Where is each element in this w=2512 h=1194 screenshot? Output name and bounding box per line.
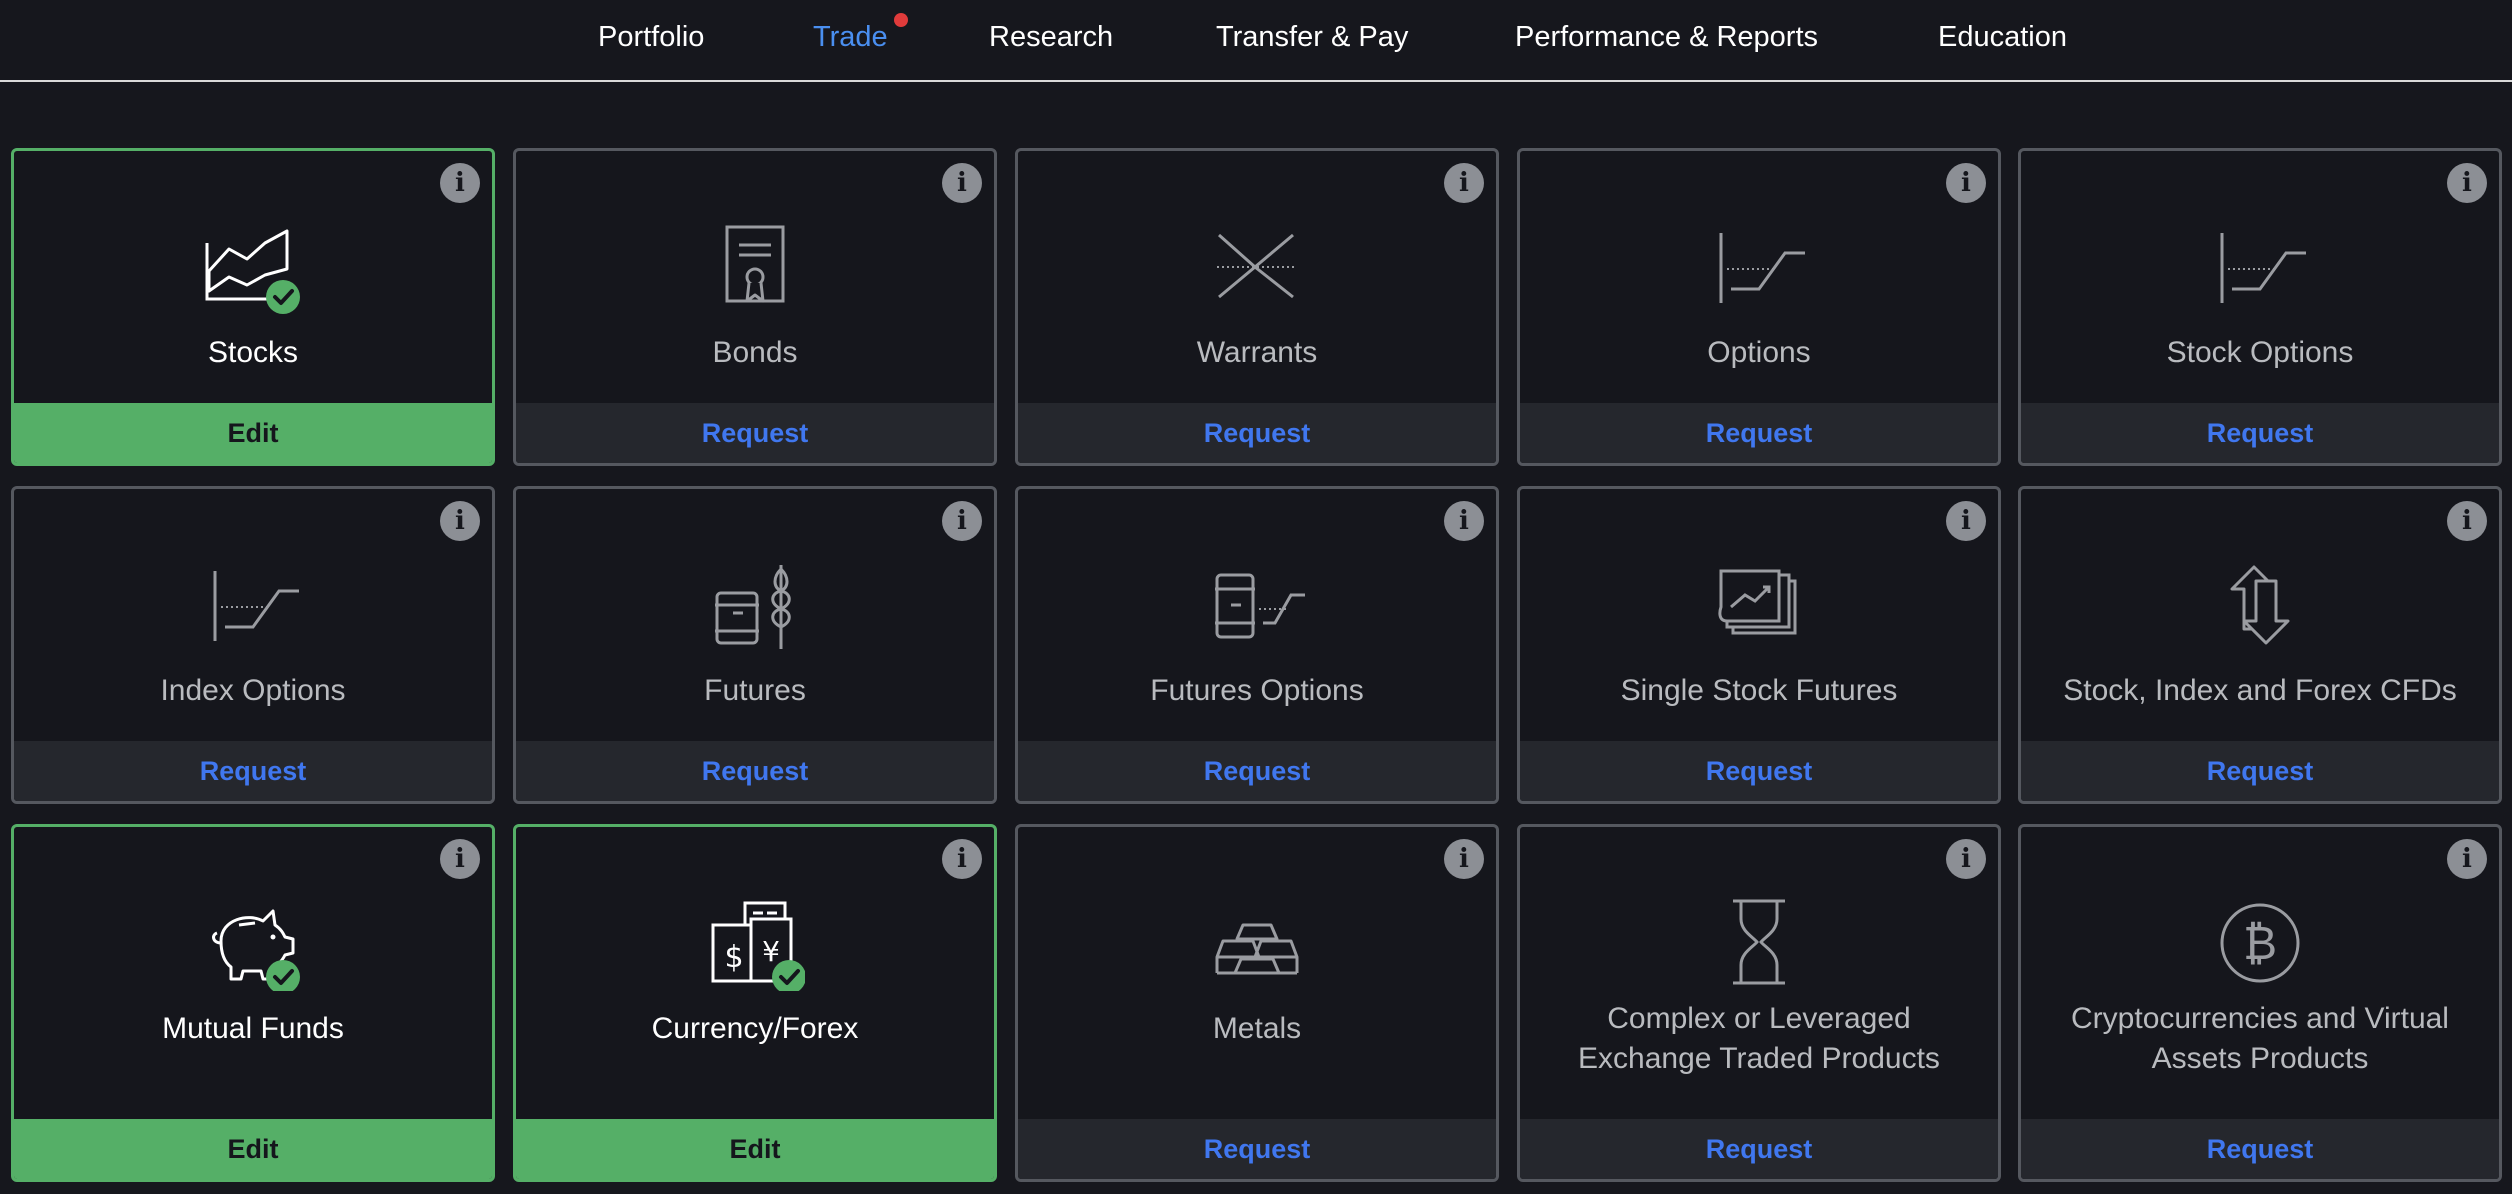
barrel-wheat-icon — [705, 557, 805, 658]
svg-text:¥: ¥ — [762, 935, 780, 968]
product-label: Metals — [1212, 1012, 1302, 1045]
nav-performance-reports[interactable]: Performance & Reports — [1515, 19, 1818, 55]
nav-portfolio[interactable]: Portfolio — [598, 19, 704, 55]
piggy-bank-icon — [203, 895, 303, 996]
product-card-single-stock-futures[interactable]: i Single Stock Futures Request — [1517, 486, 2001, 804]
info-icon[interactable]: i — [2447, 839, 2487, 879]
edit-button[interactable]: Edit — [516, 1119, 994, 1179]
barrel-option-icon — [1207, 557, 1307, 658]
edit-button[interactable]: Edit — [14, 403, 492, 463]
info-icon[interactable]: i — [1946, 501, 1986, 541]
info-icon[interactable]: i — [942, 163, 982, 203]
product-card-stock-index-and-forex-cfds[interactable]: i Stock, Index and Forex CFDs Request — [2018, 486, 2502, 804]
product-card-complex-or-leveraged-exchange-traded-products[interactable]: i Complex or Leveraged Exchange Traded P… — [1517, 824, 2001, 1182]
product-label: Single Stock Futures — [1620, 674, 1898, 707]
certificate-icon — [705, 219, 805, 320]
bitcoin-icon: ₿ — [2210, 895, 2310, 996]
product-label: Stocks — [207, 336, 299, 369]
product-card-cryptocurrencies-and-virtual-assets-products[interactable]: i ₿ Cryptocurrencies and Virtual Assets … — [2018, 824, 2502, 1182]
info-icon[interactable]: i — [440, 501, 480, 541]
info-icon[interactable]: i — [440, 839, 480, 879]
nav-transfer-pay[interactable]: Transfer & Pay — [1216, 19, 1408, 55]
option-payoff-icon — [2210, 219, 2310, 320]
swap-arrows-icon — [2210, 557, 2310, 658]
svg-text:₿: ₿ — [2243, 916, 2277, 970]
edit-button[interactable]: Edit — [14, 1119, 492, 1179]
product-label: Futures — [704, 674, 806, 707]
product-card-futures-options[interactable]: i Futures Options Request — [1015, 486, 1499, 804]
request-button[interactable]: Request — [1520, 741, 1998, 801]
product-label: Futures Options — [1150, 674, 1364, 707]
product-label: Bonds — [712, 336, 798, 369]
request-button[interactable]: Request — [2021, 1119, 2499, 1179]
top-navigation: Portfolio Trade Research Transfer & Pay … — [0, 0, 2512, 82]
request-button[interactable]: Request — [1520, 1119, 1998, 1179]
product-label: Options — [1707, 336, 1811, 369]
info-icon[interactable]: i — [942, 839, 982, 879]
product-card-mutual-funds[interactable]: i Mutual Funds Edit — [11, 824, 495, 1182]
request-button[interactable]: Request — [1018, 1119, 1496, 1179]
product-label: Cryptocurrencies and Virtual Assets Prod… — [2071, 1002, 2449, 1075]
product-label: Stock Options — [2166, 336, 2354, 369]
request-button[interactable]: Request — [2021, 741, 2499, 801]
hourglass-icon — [1709, 895, 1809, 996]
info-icon[interactable]: i — [1444, 839, 1484, 879]
info-icon[interactable]: i — [2447, 501, 2487, 541]
info-icon[interactable]: i — [1444, 163, 1484, 203]
nav-education[interactable]: Education — [1938, 19, 2067, 55]
info-icon[interactable]: i — [1946, 839, 1986, 879]
request-button[interactable]: Request — [1018, 741, 1496, 801]
info-icon[interactable]: i — [1946, 163, 1986, 203]
product-card-metals[interactable]: i Metals Request — [1015, 824, 1499, 1182]
product-label: Currency/Forex — [651, 1012, 859, 1045]
product-card-warrants[interactable]: i Warrants Request — [1015, 148, 1499, 466]
info-icon[interactable]: i — [2447, 163, 2487, 203]
request-button[interactable]: Request — [1018, 403, 1496, 463]
product-card-futures[interactable]: i Futures Request — [513, 486, 997, 804]
product-label: Mutual Funds — [162, 1012, 344, 1045]
product-card-stock-options[interactable]: i Stock Options Request — [2018, 148, 2502, 466]
info-icon[interactable]: i — [942, 501, 982, 541]
info-icon[interactable]: i — [1444, 501, 1484, 541]
crossing-lines-icon — [1207, 219, 1307, 320]
request-button[interactable]: Request — [2021, 403, 2499, 463]
product-card-options[interactable]: i Options Request — [1517, 148, 2001, 466]
stock-chart-icon — [203, 219, 303, 320]
gold-bars-icon — [1207, 895, 1307, 996]
svg-text:$: $ — [724, 940, 743, 975]
product-label: Warrants — [1196, 336, 1318, 369]
option-payoff-icon — [203, 557, 303, 658]
product-label: Stock, Index and Forex CFDs — [2063, 674, 2457, 707]
request-button[interactable]: Request — [516, 403, 994, 463]
notification-dot — [894, 13, 908, 27]
product-card-currency-forex[interactable]: i $ ¥ Currency/Forex Edit — [513, 824, 997, 1182]
nav-trade[interactable]: Trade — [813, 19, 888, 55]
product-card-index-options[interactable]: i Index Options Request — [11, 486, 495, 804]
request-button[interactable]: Request — [14, 741, 492, 801]
nav-research[interactable]: Research — [989, 19, 1113, 55]
product-card-bonds[interactable]: i Bonds Request — [513, 148, 997, 466]
currency-notes-icon: $ ¥ — [705, 895, 806, 996]
option-payoff-icon — [1709, 219, 1809, 320]
request-button[interactable]: Request — [516, 741, 994, 801]
product-label: Complex or Leveraged Exchange Traded Pro… — [1578, 1002, 1940, 1075]
info-icon[interactable]: i — [440, 163, 480, 203]
product-label: Index Options — [160, 674, 346, 707]
request-button[interactable]: Request — [1520, 403, 1998, 463]
product-card-stocks[interactable]: i Stocks Edit — [11, 148, 495, 466]
stacked-charts-icon — [1709, 557, 1809, 658]
